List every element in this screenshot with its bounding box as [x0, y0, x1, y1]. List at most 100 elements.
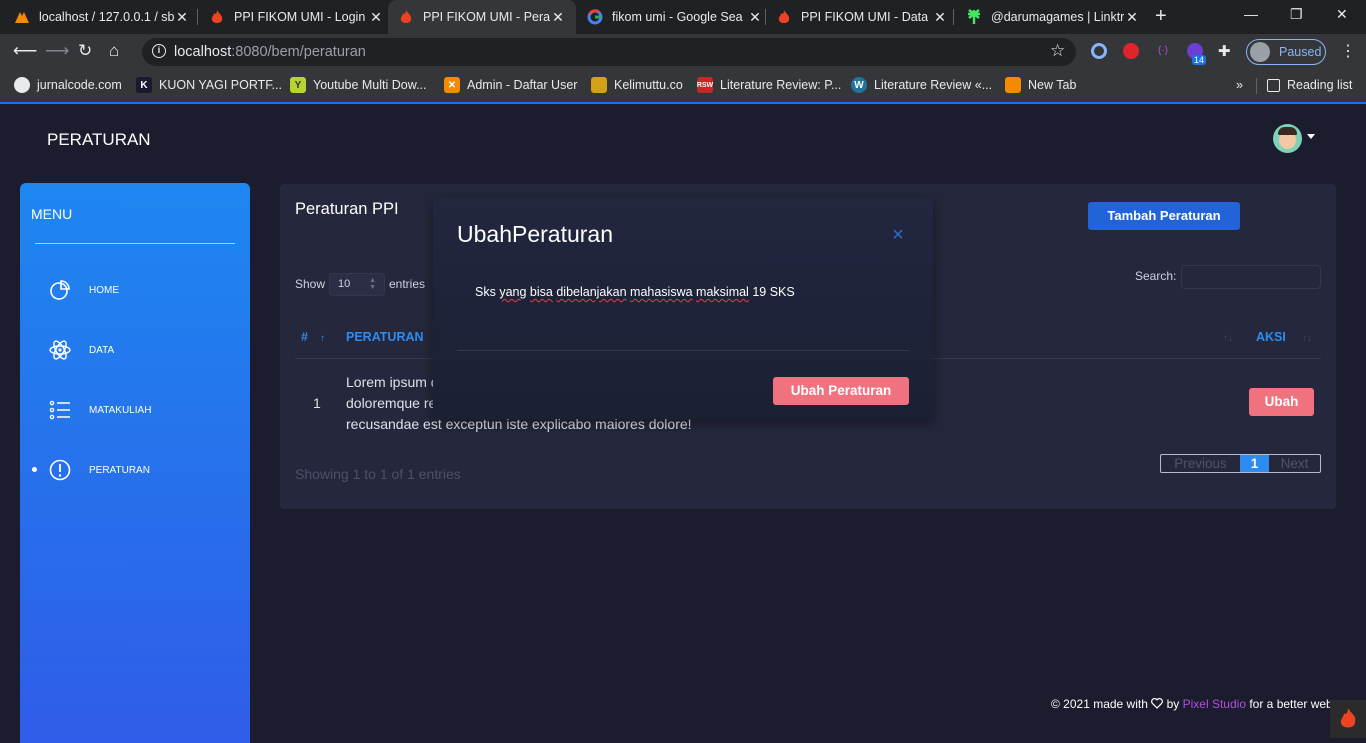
sidebar-item-data[interactable]: DATA	[48, 338, 114, 362]
home-icon[interactable]: ⌂	[109, 41, 119, 61]
profile-paused-button[interactable]: Paused	[1246, 39, 1326, 65]
pie-chart-icon	[48, 278, 72, 302]
page-title: PERATURAN	[47, 130, 151, 149]
column-header-peraturan[interactable]: PERATURAN	[346, 330, 424, 344]
site-info-icon[interactable]: i	[152, 44, 166, 58]
tab-title: PPI FIKOM UMI - Data	[801, 10, 929, 24]
entries-select[interactable]: 10 ▲ ▼	[329, 273, 385, 296]
footer-studio-link[interactable]: Pixel Studio	[1183, 697, 1246, 711]
url-text[interactable]: localhost:8080/bem/peraturan	[174, 44, 366, 60]
google-icon	[587, 9, 603, 25]
new-tab-button[interactable]: +	[1155, 5, 1167, 28]
codeigniter-icon	[398, 9, 414, 25]
bookmark-item[interactable]: RSW Literature Review: P...	[697, 76, 841, 94]
sort-icon[interactable]: ↑↓	[1302, 333, 1312, 344]
codeigniter-icon	[209, 9, 225, 25]
user-avatar[interactable]	[1273, 124, 1302, 153]
search-label: Search:	[1135, 269, 1177, 283]
xampp-icon: ✕	[444, 77, 460, 93]
puzzle-icon[interactable]: ✚	[1218, 42, 1231, 60]
pagination-next[interactable]: Next	[1269, 455, 1320, 472]
close-tab-icon[interactable]: ✕	[1124, 9, 1140, 26]
browser-tab-active[interactable]: PPI FIKOM UMI - Peratu ✕	[388, 0, 576, 34]
sidebar-title: MENU	[31, 206, 73, 222]
rsw-icon: RSW	[697, 77, 713, 93]
sort-asc-icon[interactable]: ↑	[320, 333, 325, 344]
sidebar-item-home[interactable]: HOME	[48, 278, 119, 302]
row-number: 1	[313, 395, 321, 411]
close-tab-icon[interactable]: ✕	[932, 9, 948, 26]
bookmarks-divider	[1256, 78, 1257, 94]
active-indicator	[32, 467, 37, 472]
menu-kebab-icon[interactable]: ⋮	[1340, 41, 1356, 61]
column-header-number[interactable]: #	[301, 330, 308, 344]
modal-divider	[457, 350, 909, 351]
back-icon[interactable]: ⟵	[13, 41, 37, 61]
tab-title: PPI FIKOM UMI - Peratu	[423, 10, 550, 24]
close-icon[interactable]: ×	[890, 225, 906, 245]
restore-icon[interactable]: ❐	[1290, 6, 1303, 23]
tab-separator	[953, 9, 954, 25]
pagination: Previous 1 Next	[1160, 454, 1321, 473]
pagination-previous[interactable]: Previous	[1161, 455, 1240, 472]
modal-body-text[interactable]: Sks yang bisa dibelanjakan mahasiswa mak…	[475, 285, 795, 299]
submit-edit-button[interactable]: Ubah Peraturan	[773, 377, 909, 405]
column-header-aksi[interactable]: AKSI	[1256, 330, 1286, 344]
close-tab-icon[interactable]: ✕	[747, 9, 763, 26]
k-icon: K	[136, 77, 152, 93]
adblock-extension-icon[interactable]	[1123, 43, 1139, 59]
wordpress-icon: W	[851, 77, 867, 93]
browser-tab[interactable]: localhost / 127.0.0.1 / sb ✕	[14, 0, 190, 34]
forward-icon[interactable]: ⟶	[45, 41, 69, 61]
sidebar-item-label: DATA	[89, 344, 115, 356]
bookmark-item[interactable]: Y Youtube Multi Dow...	[290, 76, 427, 94]
reload-icon[interactable]: ↻	[78, 41, 92, 61]
chevron-down-icon[interactable]	[1307, 134, 1315, 139]
bookmark-item[interactable]: Kelimuttu.co	[591, 76, 683, 94]
reading-list-button[interactable]: Reading list	[1267, 76, 1352, 94]
browser-tab[interactable]: PPI FIKOM UMI - Data ✕	[776, 0, 948, 34]
extension-icon[interactable]	[1091, 43, 1107, 59]
codeigniter-icon	[776, 9, 792, 25]
reading-list-icon	[1267, 78, 1280, 92]
search-input[interactable]	[1181, 265, 1321, 289]
sidebar-item-peraturan[interactable]: PERATURAN	[48, 458, 150, 482]
show-label: Show	[295, 277, 326, 291]
tab-separator	[765, 9, 766, 25]
browser-tab[interactable]: @darumagames | Linktr ✕	[966, 0, 1140, 34]
bookmark-item[interactable]: W Literature Review «...	[851, 76, 992, 94]
sort-icon[interactable]: ↑↓	[1223, 333, 1233, 344]
sidebar-item-label: PERATURAN	[89, 464, 150, 476]
card-title: Peraturan PPI	[295, 200, 399, 218]
window-close-icon[interactable]: ✕	[1336, 6, 1348, 23]
bookmarks-overflow-icon[interactable]: »	[1236, 76, 1243, 94]
list-icon	[48, 398, 72, 422]
close-tab-icon[interactable]: ✕	[368, 9, 384, 26]
profile-avatar	[1250, 42, 1270, 62]
wave-extension-icon[interactable]: (·)	[1155, 43, 1171, 59]
close-tab-icon[interactable]: ✕	[174, 9, 190, 26]
bookmark-item[interactable]: New Tab	[1005, 76, 1076, 94]
sidebar-item-matakuliah[interactable]: MATAKULIAH	[48, 398, 151, 422]
bookmark-item[interactable]: ✕ Admin - Daftar User	[444, 76, 577, 94]
close-tab-icon[interactable]: ✕	[550, 9, 566, 26]
tab-title: fikom umi - Google Sea	[612, 10, 743, 24]
sidebar-item-label: MATAKULIAH	[89, 404, 152, 416]
browser-tab[interactable]: PPI FIKOM UMI - Login ✕	[209, 0, 384, 34]
xampp-icon	[14, 9, 30, 25]
edit-row-button[interactable]: Ubah	[1249, 388, 1314, 416]
entries-label: entries	[389, 277, 426, 291]
tab-title: localhost / 127.0.0.1 / sb	[39, 10, 174, 24]
tab-title: PPI FIKOM UMI - Login	[234, 10, 366, 24]
bookmark-item[interactable]: K KUON YAGI PORTF...	[136, 76, 282, 94]
codeigniter-debug-toolbar[interactable]	[1330, 700, 1366, 738]
chevron-updown-icon: ▲ ▼	[369, 277, 376, 291]
sidebar-divider	[35, 243, 235, 244]
modal-title: UbahPeraturan	[457, 221, 613, 247]
pagination-page[interactable]: 1	[1240, 455, 1269, 472]
browser-tab[interactable]: fikom umi - Google Sea ✕	[587, 0, 763, 34]
bookmark-star-icon[interactable]: ☆	[1050, 41, 1065, 61]
add-peraturan-button[interactable]: Tambah Peraturan	[1088, 202, 1240, 230]
minimize-icon[interactable]: —	[1244, 6, 1258, 22]
bookmark-item[interactable]: jurnalcode.com	[14, 76, 122, 94]
